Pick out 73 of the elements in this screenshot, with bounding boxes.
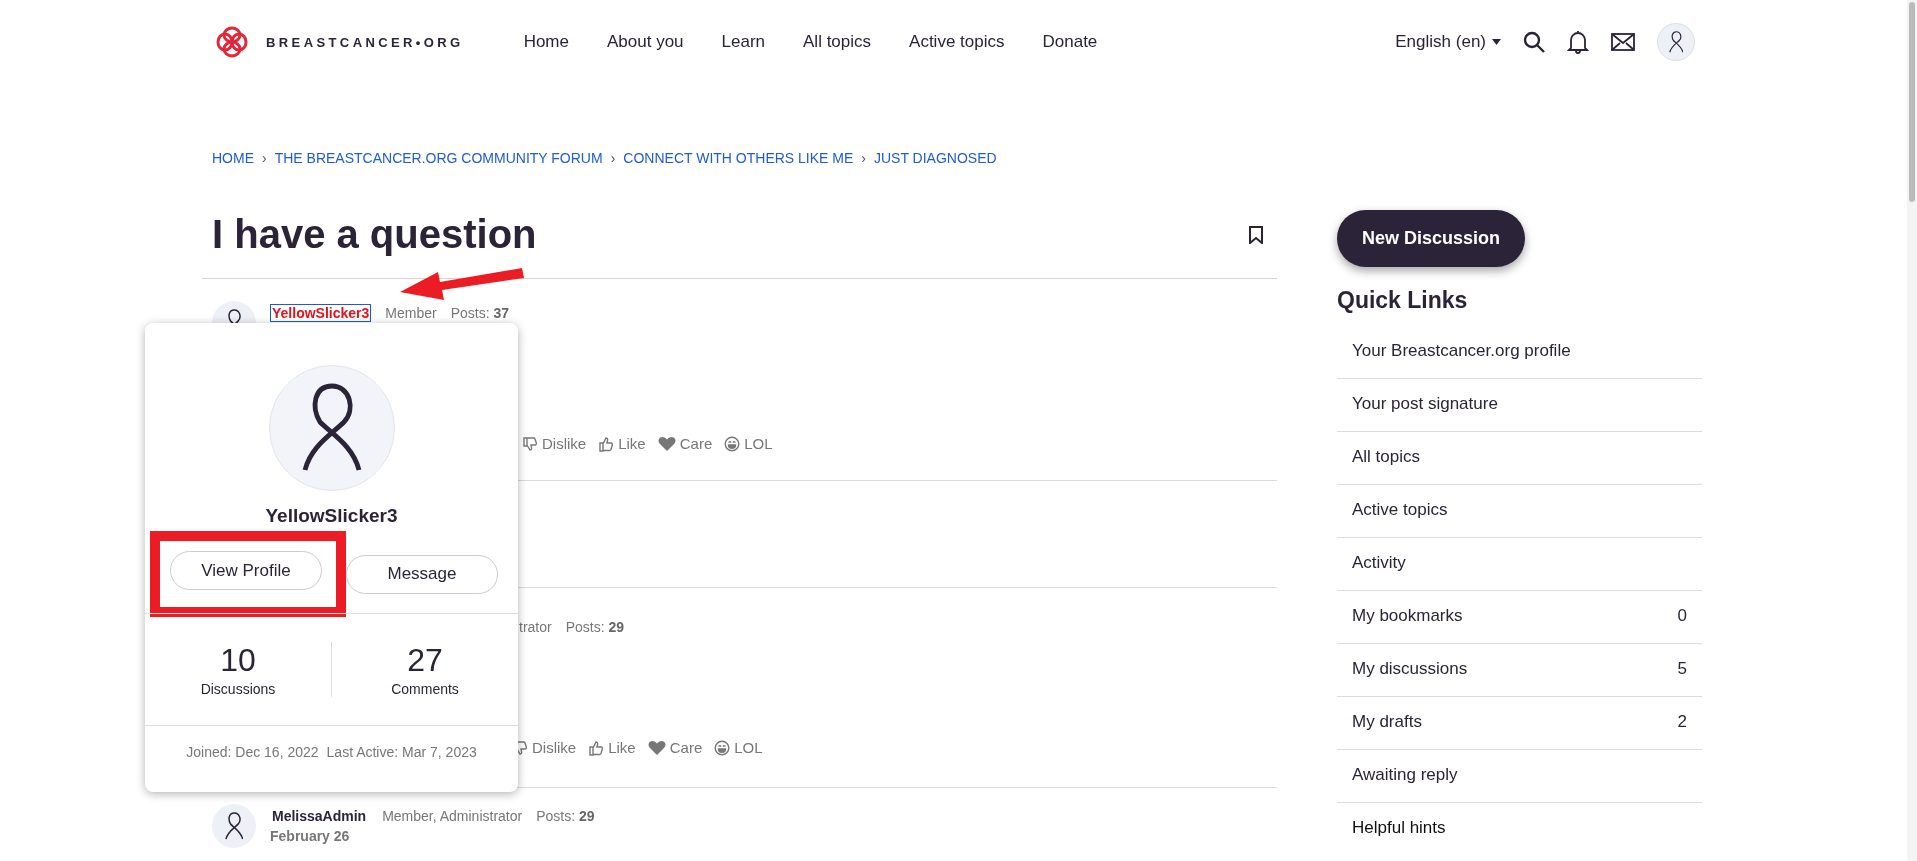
- reaction-link[interactable]: Care: [647, 739, 703, 756]
- stat-value: 10: [220, 642, 256, 679]
- nav-link[interactable]: About you: [607, 32, 684, 52]
- heart-icon: [657, 435, 676, 452]
- nav-link[interactable]: Donate: [1042, 32, 1098, 52]
- page-title: I have a question: [212, 212, 537, 257]
- nav-link[interactable]: Learn: [721, 32, 766, 52]
- laughing-face-icon: [724, 435, 741, 452]
- reaction-link[interactable]: Like: [598, 435, 646, 452]
- mail-icon[interactable]: [1611, 33, 1635, 51]
- sidebar-heading: Quick Links: [1337, 287, 1469, 314]
- profile-name: YellowSlicker3: [265, 505, 398, 527]
- link-count: 0: [1677, 606, 1687, 627]
- quick-link[interactable]: My drafts 2: [1337, 697, 1702, 750]
- bell-icon[interactable]: [1567, 30, 1589, 54]
- joined-date: Joined: Dec 16, 2022: [186, 744, 319, 760]
- profile-button[interactable]: Message: [346, 554, 498, 594]
- breadcrumb-separator: ›: [262, 150, 267, 166]
- breadcrumb-link[interactable]: THE BREASTCANCER.ORG COMMUNITY FORUM: [274, 150, 603, 166]
- username-link[interactable]: YellowSlicker3: [270, 304, 372, 322]
- bookmark-icon[interactable]: [1249, 225, 1263, 244]
- thumbs-up-icon: [588, 739, 605, 756]
- user-avatar[interactable]: [212, 804, 256, 848]
- breadcrumb-link[interactable]: JUST DIAGNOSED: [874, 150, 997, 166]
- reaction-link[interactable]: LOL: [724, 435, 773, 452]
- quick-link[interactable]: Your Breastcancer.org profile: [1337, 326, 1702, 379]
- quick-link[interactable]: Activity: [1337, 538, 1702, 591]
- quick-link[interactable]: Your post signature: [1337, 379, 1702, 432]
- link-count: 2: [1677, 712, 1687, 733]
- breadcrumb-separator: ›: [861, 150, 866, 166]
- reaction-link[interactable]: Like: [588, 739, 636, 756]
- scrollbar[interactable]: [1907, 0, 1917, 861]
- username-link[interactable]: MelissaAdmin: [270, 807, 369, 825]
- last-active-date: Last Active: Mar 7, 2023: [326, 744, 477, 760]
- search-icon[interactable]: [1523, 31, 1545, 53]
- logo-text[interactable]: BREASTCANCER•ORG: [266, 34, 464, 50]
- heart-icon: [647, 739, 666, 756]
- stat-label: Discussions: [200, 681, 276, 697]
- laughing-face-icon: [714, 739, 731, 756]
- quick-link[interactable]: Awaiting reply: [1337, 750, 1702, 803]
- thumbs-down-icon: [522, 435, 538, 452]
- member-role: Member: [385, 305, 437, 321]
- post-date: February 26: [270, 828, 351, 844]
- thumbs-up-icon: [598, 435, 615, 452]
- breadcrumb-link[interactable]: CONNECT WITH OTHERS LIKE ME: [623, 150, 854, 166]
- ribbon-icon: [301, 383, 362, 473]
- reaction-link[interactable]: Dislike: [522, 435, 587, 452]
- quick-link[interactable]: Helpful hints: [1337, 803, 1702, 855]
- quick-link[interactable]: Active topics: [1337, 485, 1702, 538]
- quick-link[interactable]: My discussions 5: [1337, 644, 1702, 697]
- link-count: 5: [1677, 659, 1687, 680]
- member-role: Member, Administrator: [382, 808, 523, 824]
- new-discussion-button[interactable]: New Discussion: [1337, 210, 1526, 267]
- reaction-link[interactable]: LOL: [714, 739, 763, 756]
- quick-link[interactable]: My bookmarks 0: [1337, 591, 1702, 644]
- post-count: Posts: 37: [450, 305, 510, 321]
- ribbon-icon: [1668, 31, 1684, 53]
- user-avatar[interactable]: [1657, 23, 1695, 61]
- stat-label: Comments: [391, 681, 459, 697]
- member-role: trator: [519, 619, 552, 635]
- quick-link[interactable]: All topics: [1337, 432, 1702, 485]
- breadcrumb-link[interactable]: HOME: [212, 150, 254, 166]
- post-count: Posts: 29: [536, 808, 595, 824]
- post-count: Posts: 29: [565, 619, 625, 635]
- nav-link[interactable]: Active topics: [909, 32, 1005, 52]
- reaction-link[interactable]: Care: [657, 435, 713, 452]
- language-selector[interactable]: English (en): [1395, 32, 1501, 52]
- breadcrumb-separator: ›: [610, 150, 616, 166]
- stat-value: 27: [407, 642, 443, 679]
- nav-link[interactable]: Home: [523, 32, 569, 52]
- profile-button[interactable]: View Profile: [170, 551, 322, 590]
- nav-link[interactable]: All topics: [803, 32, 872, 52]
- caret-icon: [1492, 39, 1501, 45]
